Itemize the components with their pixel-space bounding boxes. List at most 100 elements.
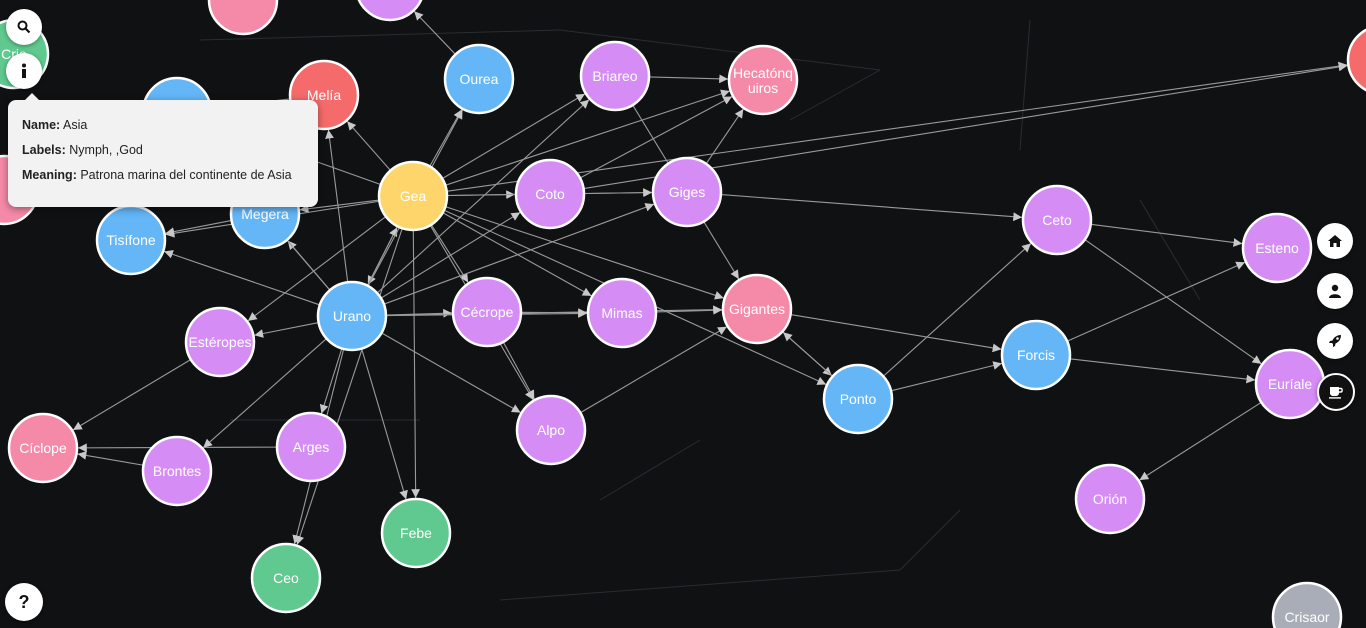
node-edge_right[interactable]: E xyxy=(1346,26,1366,94)
info-icon xyxy=(18,63,30,79)
background-line xyxy=(1019,19,1031,151)
node-alpo[interactable]: Alpo xyxy=(515,394,587,466)
search-button[interactable] xyxy=(6,9,42,45)
node-label: Cíclope xyxy=(19,440,67,456)
background-line xyxy=(499,569,901,601)
node-crisaor[interactable]: Crisaor xyxy=(1271,581,1343,628)
node-label: Brontes xyxy=(153,463,201,479)
node-label: Euríale xyxy=(1268,376,1313,392)
node-mimas[interactable]: Mimas xyxy=(586,277,658,349)
search-icon xyxy=(17,20,31,34)
node-brontes[interactable]: Brontes xyxy=(141,435,213,507)
node-label: Coto xyxy=(535,186,565,202)
relationship-graph[interactable]: GeaUranoOureaMelíaBriareo HecatónquirosCo… xyxy=(0,0,1366,628)
node-ourea[interactable]: Ourea xyxy=(443,43,515,115)
node-label: uiros xyxy=(748,80,778,96)
help-button[interactable]: ? xyxy=(5,583,43,621)
node-label: Cécrope xyxy=(461,304,514,320)
node-label: Forcis xyxy=(1017,347,1055,363)
info-button[interactable] xyxy=(6,53,42,89)
node-ponto[interactable]: Ponto xyxy=(822,363,894,435)
node-label: Ourea xyxy=(460,71,499,87)
tooltip-name-row: Name: Asia xyxy=(22,118,304,132)
node-tisifone[interactable]: Tisífone xyxy=(95,204,167,276)
user-icon xyxy=(1328,284,1342,298)
edge-urano-febe xyxy=(361,348,408,500)
tooltip-meaning-value: Patrona marina del continente de Asia xyxy=(80,168,292,182)
node-orion[interactable]: Orión xyxy=(1074,463,1146,535)
edge-giges-hecatonquiros xyxy=(705,108,744,165)
node-euriale[interactable]: Euríale xyxy=(1254,348,1326,420)
node-hecatonquiros[interactable]: Hecatónquiros xyxy=(727,44,799,116)
home-icon xyxy=(1327,234,1343,248)
node-esteropes[interactable]: Estéropes xyxy=(184,306,256,378)
node-label: Febe xyxy=(400,525,432,541)
edge-forcis-esteno xyxy=(1066,261,1246,342)
background-line xyxy=(789,69,881,121)
node-ceto[interactable]: Ceto xyxy=(1021,184,1093,256)
node-circle[interactable] xyxy=(207,0,279,36)
tooltip-labels-value: Nymph, ,God xyxy=(69,143,143,157)
background-line xyxy=(899,509,961,571)
node-label: Hecatónq xyxy=(733,65,793,81)
node-label: Giges xyxy=(669,184,706,200)
edge-gea-ourea xyxy=(429,109,463,167)
node-label: Arges xyxy=(293,439,330,455)
tooltip-arrow xyxy=(25,93,39,100)
edge-ponto-gigantes xyxy=(782,331,833,377)
rocket-button[interactable] xyxy=(1317,323,1353,359)
tooltip-meaning-key: Meaning: xyxy=(22,168,77,182)
node-gigantes[interactable]: Gigantes xyxy=(721,273,793,345)
rocket-icon xyxy=(1328,334,1342,348)
edge-gea-cecrope xyxy=(430,224,469,283)
node-top_purple[interactable] xyxy=(356,0,424,22)
coffee-icon xyxy=(1328,385,1344,399)
edge-gea-ceo xyxy=(295,228,403,545)
node-urano[interactable]: Urano xyxy=(316,280,388,352)
edge-ponto-forcis xyxy=(890,361,1003,392)
edge-ceto-esteno xyxy=(1090,223,1243,247)
node-label: Crisaor xyxy=(1284,609,1329,625)
node-top_pink[interactable] xyxy=(207,0,279,36)
edge-giges-ceto xyxy=(720,194,1023,222)
background-line xyxy=(599,439,701,501)
node-label: Orión xyxy=(1093,491,1127,507)
node-briareo[interactable]: Briareo xyxy=(579,40,651,112)
node-arges[interactable]: Arges xyxy=(275,411,347,483)
node-label: Gigantes xyxy=(729,301,785,317)
edge-ceto-euriale xyxy=(1084,239,1262,365)
node-cecrope[interactable]: Cécrope xyxy=(451,276,523,348)
node-label: Mimas xyxy=(601,305,642,321)
node-giges[interactable]: Giges xyxy=(651,156,723,228)
node-label: Briareo xyxy=(592,68,637,84)
home-button[interactable] xyxy=(1317,223,1353,259)
edge-esteropes-ciclope xyxy=(72,358,192,431)
edge-urano-arges xyxy=(319,348,343,414)
graph-canvas[interactable]: Gea Urano Ourea Melía Briareo Hecatónq uiros Co… xyxy=(0,0,1366,628)
node-label: Estéropes xyxy=(188,334,251,350)
node-ciclope[interactable]: Cíclope xyxy=(7,412,79,484)
node-ceo[interactable]: Ceo xyxy=(250,542,322,614)
node-circle[interactable] xyxy=(356,0,424,22)
edge-briareo-hecatonquiros xyxy=(648,74,729,84)
edge-coto-giges xyxy=(583,188,653,198)
coffee-button[interactable] xyxy=(1317,373,1355,411)
node-coto[interactable]: Coto xyxy=(514,158,586,230)
node-circle[interactable] xyxy=(1346,26,1366,94)
node-esteno[interactable]: Esteno xyxy=(1241,212,1313,284)
user-button[interactable] xyxy=(1317,273,1353,309)
node-label: Ponto xyxy=(840,391,877,407)
node-forcis[interactable]: Forcis xyxy=(1000,319,1072,391)
node-label: Tisífone xyxy=(106,232,155,248)
tooltip-meaning-row: Meaning: Patrona marina del continente d… xyxy=(22,168,304,182)
node-label: Ceo xyxy=(273,570,299,586)
node-label: Ceto xyxy=(1042,212,1072,228)
edge-euriale-orion xyxy=(1139,401,1262,481)
node-label: Gea xyxy=(400,188,427,204)
node-gea[interactable]: Gea xyxy=(377,160,449,232)
node-tooltip: Name: Asia Labels: Nymph, ,God Meaning: … xyxy=(8,93,318,207)
tooltip-labels-row: Labels: Nymph, ,God xyxy=(22,143,304,157)
nodes-layer[interactable]: GeaUranoOureaMelíaBriareo HecatónquirosCo… xyxy=(0,0,1366,628)
node-febe[interactable]: Febe xyxy=(380,497,452,569)
edge-gea-febe xyxy=(411,229,421,499)
